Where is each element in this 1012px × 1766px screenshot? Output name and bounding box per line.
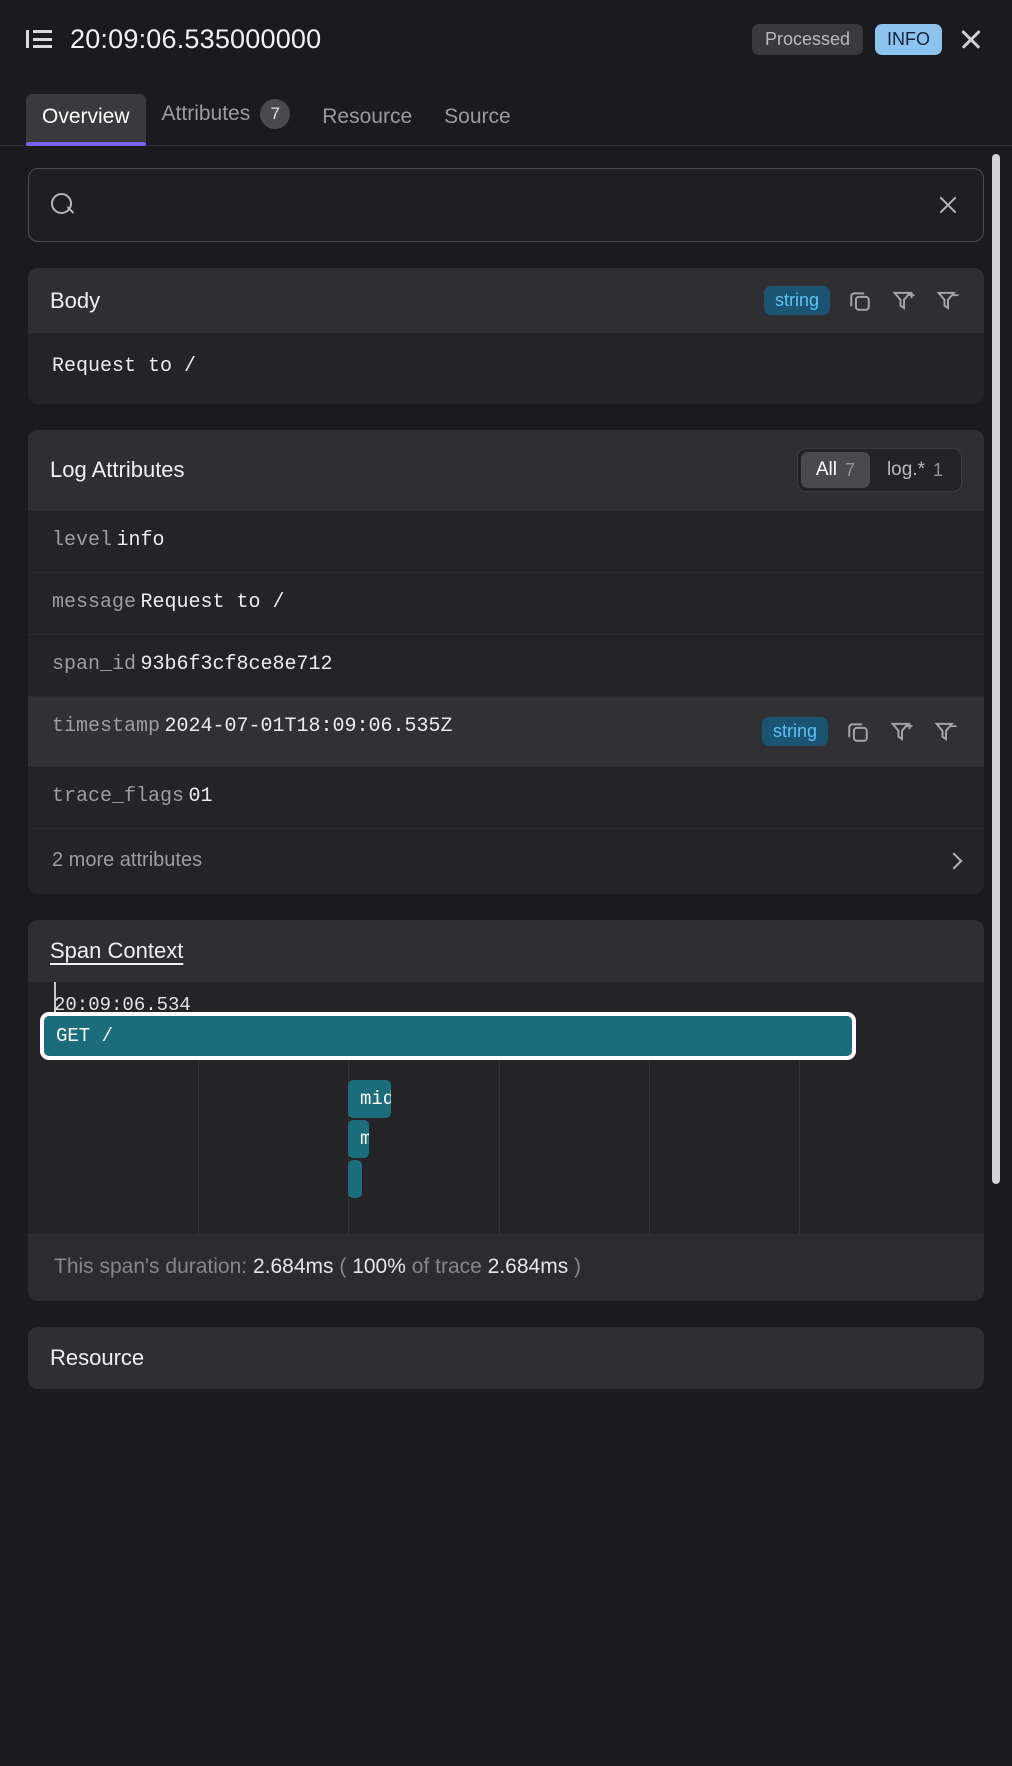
copy-icon[interactable] bbox=[844, 718, 872, 746]
type-badge: string bbox=[763, 286, 830, 315]
table-row[interactable]: span_id 93b6f3cf8ce8e712 bbox=[28, 634, 984, 696]
attribute-filter-all[interactable]: All 7 bbox=[800, 452, 870, 488]
gridline bbox=[649, 1048, 650, 1234]
gridline bbox=[799, 1048, 800, 1234]
log-attributes-header: Log Attributes All 7 log.* 1 bbox=[28, 430, 984, 510]
tab-attributes[interactable]: Attributes 7 bbox=[146, 88, 307, 142]
scrollbar[interactable] bbox=[992, 150, 1006, 1748]
body-card-header: Body string bbox=[28, 268, 984, 333]
table-row[interactable]: level info bbox=[28, 510, 984, 572]
span-waterfall: 20:09:06.534 0.5ms 1ms 1.5ms 2ms 2.5ms G… bbox=[28, 982, 984, 1301]
waterfall-rows: GET / middleware - expressInit m | bbox=[28, 1016, 984, 1234]
close-paren: ) bbox=[574, 1255, 582, 1278]
tab-bar: Overview Attributes 7 Resource Source bbox=[0, 74, 1012, 146]
detail-header: 20:09:06.535000000 Processed INFO bbox=[0, 0, 1012, 74]
attribute-key: trace_flags bbox=[52, 785, 185, 808]
span-bar[interactable]: middleware - expressInit bbox=[348, 1080, 391, 1118]
attribute-key: level bbox=[52, 529, 113, 552]
close-icon[interactable] bbox=[954, 22, 988, 56]
attribute-value: 93b6f3cf8ce8e712 bbox=[140, 653, 333, 676]
tab-source[interactable]: Source bbox=[428, 94, 527, 142]
table-row[interactable]: timestamp 2024-07-01T18:09:06.535Z strin… bbox=[28, 696, 984, 766]
search-input[interactable] bbox=[89, 193, 921, 217]
attribute-key: timestamp bbox=[52, 715, 161, 738]
log-attributes-title: Log Attributes bbox=[50, 457, 185, 482]
tab-source-label: Source bbox=[444, 105, 511, 128]
table-row[interactable]: trace_flags 01 bbox=[28, 766, 984, 828]
attribute-value: info bbox=[116, 529, 165, 552]
attribute-value: Request to / bbox=[140, 591, 285, 614]
resource-card: Resource bbox=[28, 1327, 984, 1389]
attribute-filter-log[interactable]: log.* 1 bbox=[872, 452, 958, 488]
span-bar[interactable]: m bbox=[348, 1120, 369, 1158]
detail-content: Body string Request to / Log Attributes … bbox=[0, 146, 1012, 1748]
duration-prefix: This span's duration: bbox=[54, 1255, 248, 1278]
more-attributes-row[interactable]: 2 more attributes bbox=[28, 828, 984, 894]
copy-icon[interactable] bbox=[846, 287, 874, 315]
list-tree-icon[interactable] bbox=[26, 29, 52, 49]
log-attributes-card: Log Attributes All 7 log.* 1 level info bbox=[28, 430, 984, 894]
tab-resource[interactable]: Resource bbox=[306, 94, 428, 142]
severity-badge: INFO bbox=[875, 23, 942, 55]
trace-duration: 2.684ms bbox=[487, 1255, 569, 1278]
span-duration: 2.684ms bbox=[252, 1255, 334, 1278]
status-badge: Processed bbox=[751, 23, 863, 55]
attribute-filter-log-label: log.* bbox=[886, 459, 925, 480]
attribute-filter-group: All 7 log.* 1 bbox=[796, 448, 962, 492]
waterfall-start-time: 20:09:06.534 bbox=[54, 994, 191, 1016]
attribute-value: 2024-07-01T18:09:06.535Z bbox=[164, 715, 453, 738]
tab-attributes-label: Attributes bbox=[161, 102, 251, 125]
filter-exclude-icon[interactable] bbox=[934, 287, 962, 315]
tab-attributes-count: 7 bbox=[260, 99, 291, 129]
trace-percent: 100% bbox=[352, 1255, 406, 1278]
filter-include-icon[interactable] bbox=[888, 718, 916, 746]
gridline bbox=[198, 1048, 199, 1234]
attribute-key: message bbox=[52, 591, 137, 614]
attribute-row-actions: string bbox=[761, 715, 960, 746]
filter-include-icon[interactable] bbox=[890, 287, 918, 315]
filter-exclude-icon[interactable] bbox=[932, 718, 960, 746]
span-context-header: Span Context bbox=[28, 920, 984, 982]
clear-search-icon[interactable] bbox=[935, 192, 961, 218]
of-trace-label: of trace bbox=[411, 1255, 482, 1278]
header-actions: Processed INFO bbox=[751, 22, 988, 56]
page-title: 20:09:06.535000000 bbox=[70, 23, 322, 54]
attribute-key: span_id bbox=[52, 653, 137, 676]
type-badge: string bbox=[761, 717, 828, 746]
span-bar[interactable]: | bbox=[348, 1160, 362, 1198]
log-attributes-filters: All 7 log.* 1 bbox=[796, 448, 962, 492]
gridline bbox=[499, 1048, 500, 1234]
resource-card-header: Resource bbox=[28, 1327, 984, 1389]
tab-overview[interactable]: Overview bbox=[26, 94, 146, 146]
body-card-title: Body bbox=[50, 287, 101, 313]
span-bar-root[interactable]: GET / bbox=[44, 1016, 852, 1056]
search-icon bbox=[51, 193, 75, 217]
tab-overview-label: Overview bbox=[42, 105, 130, 128]
span-duration-footer: This span's duration: 2.684ms ( 100% of … bbox=[28, 1234, 984, 1301]
scrollbar-thumb[interactable] bbox=[992, 154, 1000, 1184]
body-value: Request to / bbox=[52, 355, 197, 378]
attribute-filter-log-count: 1 bbox=[932, 459, 943, 480]
resource-card-title: Resource bbox=[50, 1345, 145, 1370]
more-attributes-label: 2 more attributes bbox=[52, 849, 203, 871]
attribute-value: 01 bbox=[188, 785, 213, 808]
body-card-actions: string bbox=[763, 286, 962, 315]
attribute-filter-all-count: 7 bbox=[844, 459, 855, 480]
open-paren: ( bbox=[339, 1255, 347, 1278]
tab-resource-label: Resource bbox=[322, 105, 413, 128]
span-context-title[interactable]: Span Context bbox=[50, 938, 183, 964]
span-context-card: Span Context 20:09:06.534 0.5ms 1ms 1.5m… bbox=[28, 920, 984, 1301]
table-row[interactable]: message Request to / bbox=[28, 572, 984, 634]
body-card: Body string Request to / bbox=[28, 268, 984, 404]
attribute-filter-all-label: All bbox=[815, 459, 837, 480]
chevron-right-icon bbox=[945, 852, 963, 869]
search-bar[interactable] bbox=[28, 168, 984, 242]
